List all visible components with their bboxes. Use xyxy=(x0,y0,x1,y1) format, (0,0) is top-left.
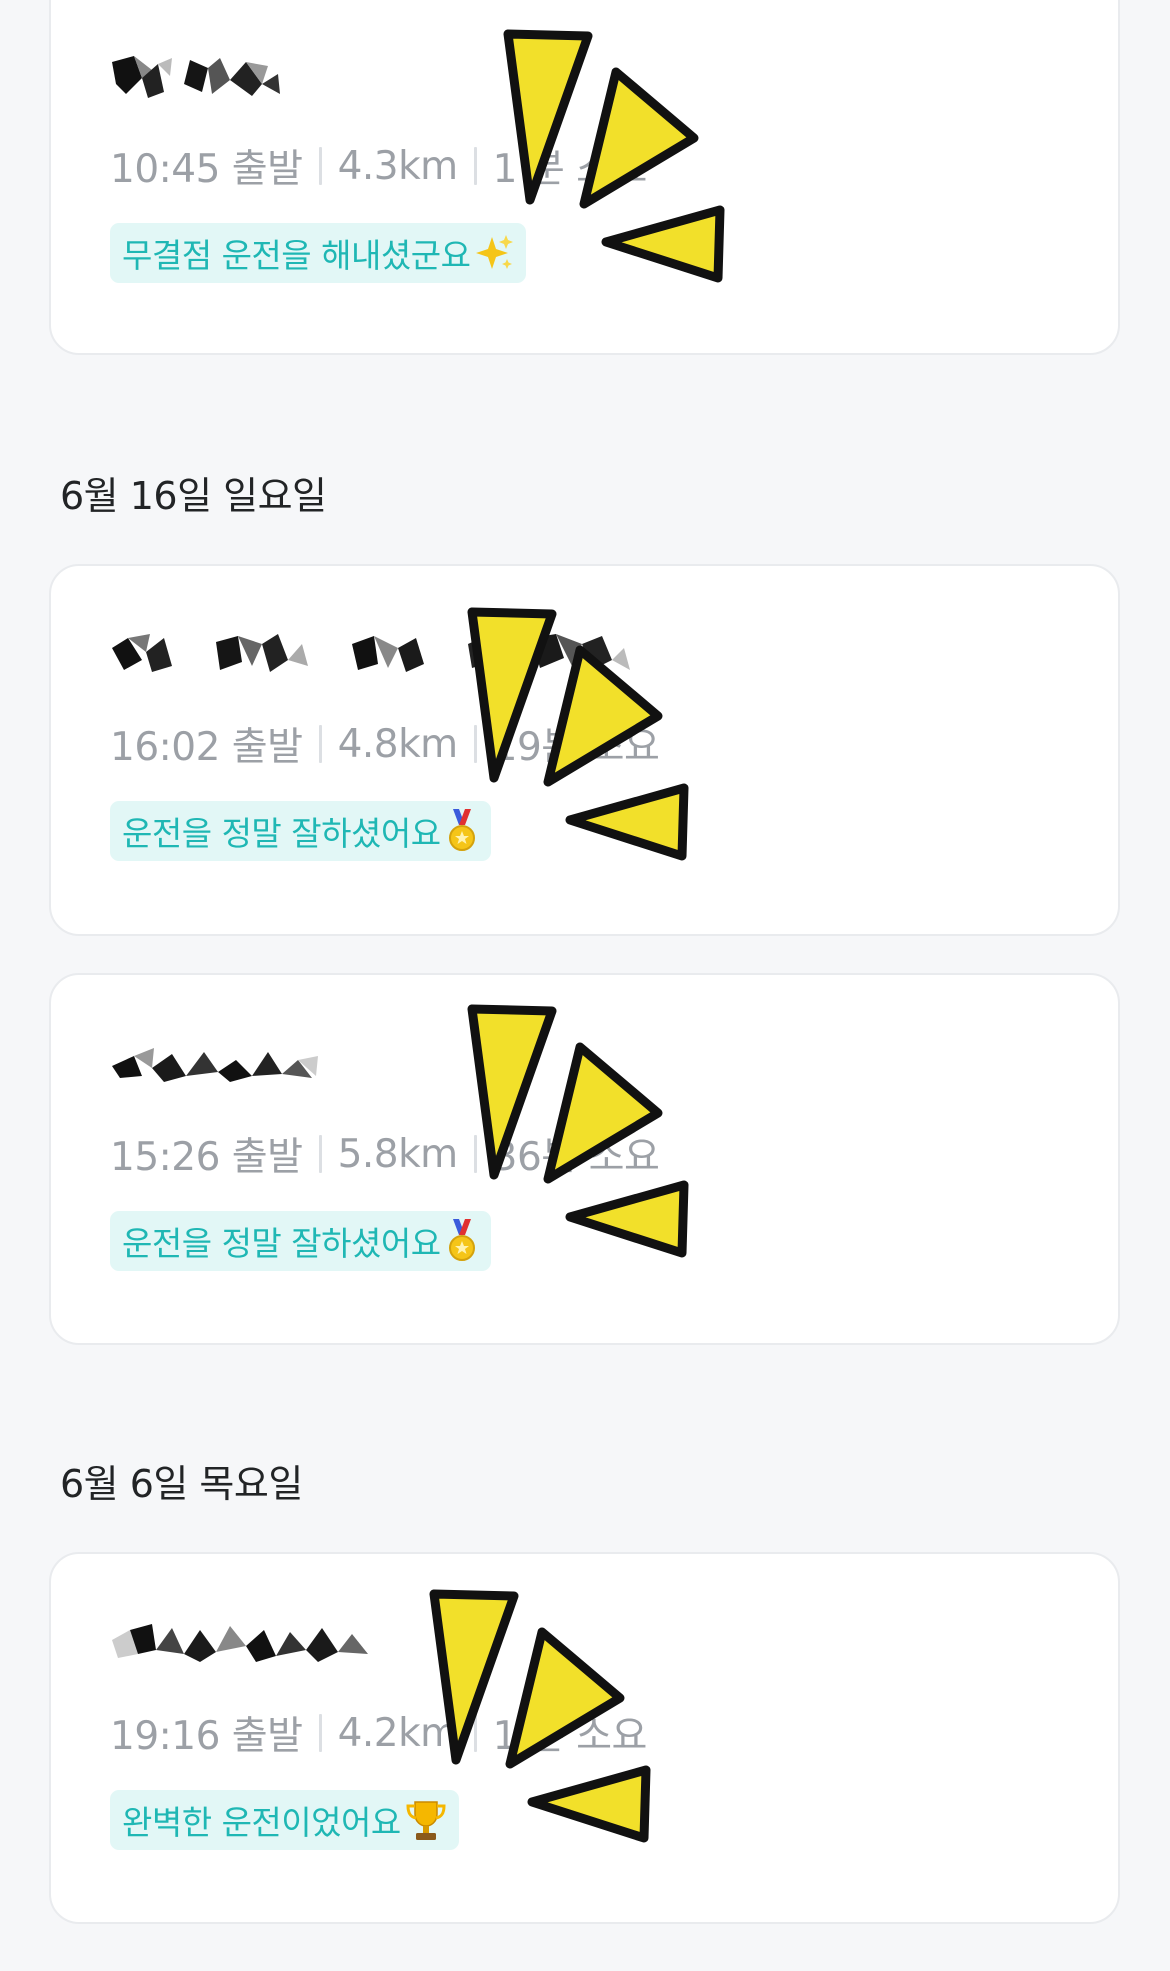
sparkle-burst-icon xyxy=(503,29,725,283)
driving-score-badge: 무결점 운전을 해내셨군요 xyxy=(110,223,527,283)
badge-label: 운전을 정말 잘하셨어요 xyxy=(122,1224,441,1263)
distance: 5.8km xyxy=(337,1131,459,1177)
section-date: 6월 6일 목요일 xyxy=(60,1462,303,1506)
distance: 4.3km xyxy=(337,143,459,189)
redacted-name-icon xyxy=(112,1624,368,1662)
trip-history-list: 10:45 출발 4.3km 1 분 소요 무결점 운전을 해내셨군요 6월 1… xyxy=(0,0,1170,1971)
redacted-name-icon xyxy=(112,1048,318,1082)
distance: 4.8km xyxy=(337,721,459,767)
trip-title xyxy=(112,1620,372,1666)
driving-score-badge: 완벽한 운전이었어요 xyxy=(110,1790,459,1850)
depart-time: 10:45 출발 xyxy=(110,147,303,192)
divider xyxy=(318,725,322,763)
divider xyxy=(473,147,477,185)
depart-time: 19:16 출발 xyxy=(110,1714,303,1759)
trip-title xyxy=(112,1042,322,1088)
divider xyxy=(318,1714,322,1752)
section-date: 6월 16일 일요일 xyxy=(60,474,327,518)
divider xyxy=(318,1135,322,1173)
sparkle-burst-icon xyxy=(467,607,689,861)
badge-label: 무결점 운전을 해내셨군요 xyxy=(122,236,471,275)
driving-score-badge: 운전을 정말 잘하셨어요 xyxy=(110,1211,491,1271)
redacted-name-icon xyxy=(112,56,280,98)
depart-time: 16:02 출발 xyxy=(110,725,303,770)
depart-time: 15:26 출발 xyxy=(110,1135,303,1180)
sparkle-burst-icon xyxy=(429,1589,651,1843)
badge-label: 완벽한 운전이었어요 xyxy=(122,1803,401,1842)
driving-score-badge: 운전을 정말 잘하셨어요 xyxy=(110,801,491,861)
trip-title xyxy=(112,54,282,100)
sparkle-burst-icon xyxy=(467,1004,689,1258)
divider xyxy=(318,147,322,185)
badge-label: 운전을 정말 잘하셨어요 xyxy=(122,814,441,853)
